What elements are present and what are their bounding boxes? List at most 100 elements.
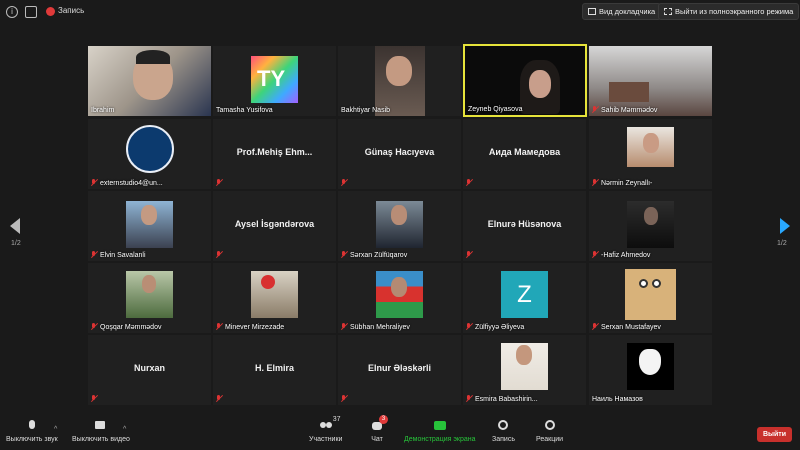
- profile-photo: [251, 271, 298, 318]
- shield-icon[interactable]: [25, 6, 37, 18]
- participant-name-center: Günaş Hacıyeva: [364, 147, 435, 157]
- chat-icon: 3: [370, 415, 388, 432]
- person-face: [391, 205, 407, 225]
- record-button[interactable]: Запись: [492, 420, 515, 443]
- tv-logo-letters: TY: [257, 66, 286, 91]
- exit-fullscreen-button[interactable]: Выйти из полноэкранного режима: [658, 3, 800, 20]
- muted-mic-icon: [341, 251, 347, 258]
- video-tile[interactable]: Sahib Məmmədov: [589, 46, 712, 116]
- participant-name: Sübhan Mehraliyev: [350, 324, 410, 331]
- video-tile[interactable]: Наиль Намазов: [589, 335, 712, 405]
- next-page-arrow-icon[interactable]: [780, 218, 790, 234]
- video-tile[interactable]: Z Zülfiyyə Əliyeva: [463, 263, 586, 333]
- video-tile[interactable]: Nurxan: [88, 335, 211, 405]
- video-tile[interactable]: Sərxan Zülfüqarov: [338, 191, 461, 261]
- grid-icon: [588, 8, 596, 15]
- muted-mic-icon: [91, 179, 97, 186]
- chat-label: Чат: [371, 436, 383, 443]
- video-tile[interactable]: Ibrahim: [88, 46, 211, 116]
- video-tile[interactable]: Аида Мамедова: [463, 119, 586, 189]
- video-tile[interactable]: H. Elmira: [213, 335, 336, 405]
- participant-name: Esmira Babashirin...: [475, 396, 538, 403]
- video-tile[interactable]: externstudio4@un...: [88, 119, 211, 189]
- video-tile[interactable]: Qoşqar Məmmədov: [88, 263, 211, 333]
- video-tile[interactable]: Sübhan Mehraliyev: [338, 263, 461, 333]
- muted-mic-icon: [216, 323, 222, 330]
- video-tile[interactable]: Prof.Mehiş Ehm...: [213, 119, 336, 189]
- info-icon[interactable]: i: [6, 6, 18, 18]
- reactions-button[interactable]: Реакции: [536, 420, 563, 443]
- audio-options-chevron-icon[interactable]: ^: [54, 426, 57, 433]
- participant-name-center: Aysel İsgəndərova: [234, 219, 315, 229]
- record-icon: [496, 420, 510, 432]
- participant-name: Sərxan Zülfüqarov: [350, 252, 408, 259]
- participant-name-center: Nurxan: [133, 363, 165, 373]
- person-hair: [136, 50, 170, 64]
- participant-name: Qoşqar Məmmədov: [100, 324, 162, 331]
- muted-mic-icon: [466, 323, 472, 330]
- participant-name: Tamasha Yusifova: [216, 107, 273, 114]
- muted-mic-icon: [216, 395, 222, 402]
- muted-mic-icon: [216, 179, 222, 186]
- recording-label: Запись: [58, 6, 85, 15]
- participant-name-center: Elnur Ələskərli: [367, 363, 432, 373]
- participants-button[interactable]: 37 Участники: [309, 416, 342, 443]
- video-tile[interactable]: Aysel İsgəndərova: [213, 191, 336, 261]
- video-tile[interactable]: Elnurə Hüsənova: [463, 191, 586, 261]
- owl-eye-left: [639, 279, 648, 288]
- video-tile[interactable]: Esmira Babashirin...: [463, 335, 586, 405]
- owl-eye-right: [652, 279, 661, 288]
- top-bar: i Запись Вид докладчика Выйти из полноэк…: [0, 0, 800, 24]
- flower-image: [261, 275, 275, 289]
- video-tile[interactable]: Günaş Hacıyeva: [338, 119, 461, 189]
- page-indicator-right: 1/2: [777, 240, 787, 247]
- muted-mic-icon: [592, 106, 598, 113]
- chat-button[interactable]: 3 Чат: [370, 415, 388, 443]
- view-button[interactable]: Вид докладчика: [582, 3, 662, 20]
- dog-head-image: [639, 349, 661, 375]
- participant-name: Nərmin Zeynallı-: [601, 180, 653, 187]
- video-tile[interactable]: Nərmin Zeynallı-: [589, 119, 712, 189]
- video-tile[interactable]: Minever Mirzezade: [213, 263, 336, 333]
- smiley-icon: [543, 420, 557, 432]
- share-screen-button[interactable]: Демонстрация экрана: [404, 420, 476, 443]
- muted-mic-icon: [91, 395, 97, 402]
- muted-mic-icon: [592, 179, 598, 186]
- share-label: Демонстрация экрана: [404, 436, 476, 443]
- muted-mic-icon: [216, 251, 222, 258]
- video-tile[interactable]: Bakhtiyar Nasib: [338, 46, 461, 116]
- person-face: [516, 345, 532, 365]
- exit-fullscreen-label: Выйти из полноэкранного режима: [675, 7, 794, 16]
- video-tile[interactable]: Elvin Savalanli: [88, 191, 211, 261]
- reactions-label: Реакции: [536, 436, 564, 443]
- stop-video-button[interactable]: Выключить видео: [72, 420, 130, 443]
- video-tile[interactable]: -Hafiz Ahmedov: [589, 191, 712, 261]
- participant-name: Minever Mirzezade: [225, 324, 285, 331]
- person-face-front: [529, 70, 551, 98]
- muted-mic-icon: [341, 323, 347, 330]
- mute-label: Выключить звук: [6, 436, 58, 443]
- muted-mic-icon: [466, 179, 472, 186]
- video-tile[interactable]: TY Tamasha Yusifova: [213, 46, 336, 116]
- participant-name: Serxan Mustafayev: [601, 324, 661, 331]
- participant-name: Elvin Savalanli: [100, 252, 146, 259]
- muted-mic-icon: [592, 251, 598, 258]
- video-tile-active-speaker[interactable]: Zeyneb Qiyasova: [463, 44, 587, 117]
- prev-page-arrow-icon[interactable]: [10, 218, 20, 234]
- person-face: [386, 56, 412, 86]
- video-options-chevron-icon[interactable]: ^: [123, 426, 126, 433]
- avatar-letter: Z: [501, 271, 548, 318]
- exit-fullscreen-icon: [664, 8, 672, 15]
- video-label: Выключить видео: [72, 436, 130, 443]
- leave-meeting-button[interactable]: Выйти: [757, 427, 792, 442]
- muted-mic-icon: [466, 251, 472, 258]
- video-tile[interactable]: Elnur Ələskərli: [338, 335, 461, 405]
- muted-mic-icon: [91, 323, 97, 330]
- camera-icon: [94, 420, 108, 432]
- video-tile[interactable]: Serxan Mustafayev: [589, 263, 712, 333]
- participant-name: externstudio4@un...: [100, 180, 163, 187]
- mute-button[interactable]: Выключить звук: [6, 420, 58, 443]
- university-logo-image: [126, 125, 174, 173]
- participant-name-center: Prof.Mehiş Ehm...: [236, 147, 313, 157]
- muted-mic-icon: [341, 395, 347, 402]
